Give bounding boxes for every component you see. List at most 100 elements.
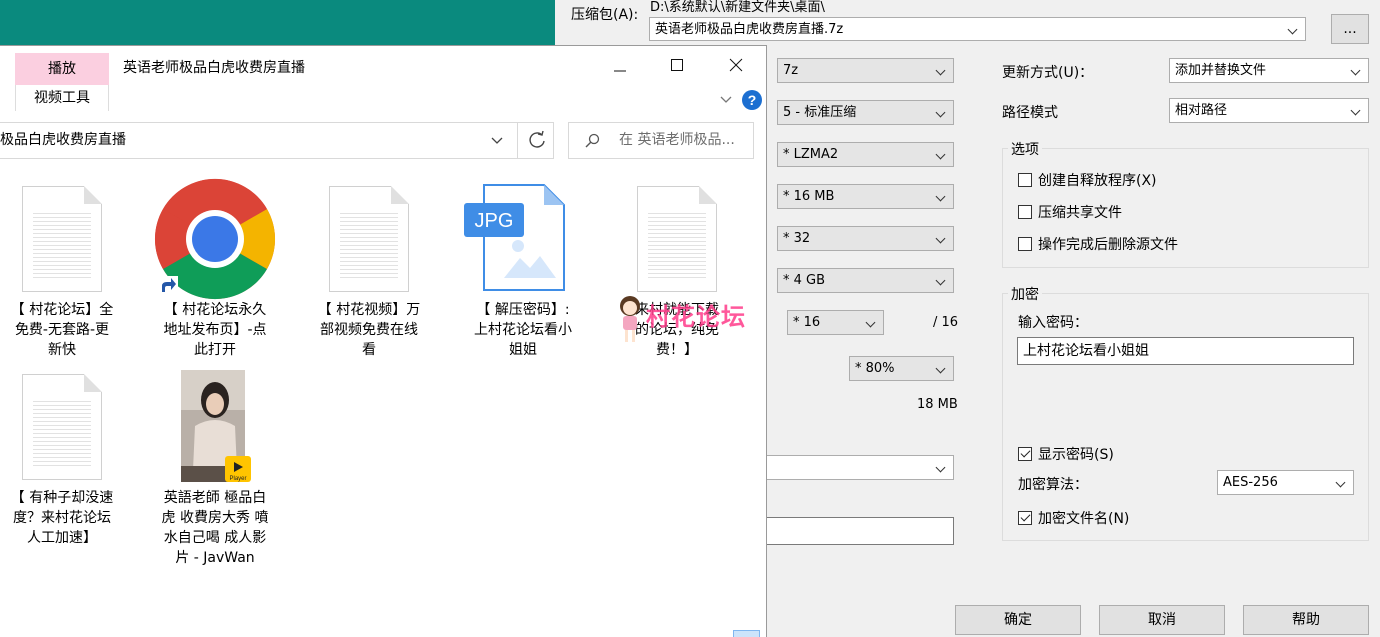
file-name-line: 部视频免费在线 — [320, 322, 418, 338]
file-name-line: 片 - JavWan — [175, 550, 255, 566]
word-size-value: * 32 — [783, 231, 811, 246]
compression-level-combo[interactable]: 5 - 标准压缩 — [777, 100, 954, 125]
close-icon — [729, 58, 743, 72]
file-name-line: 看 — [362, 342, 376, 358]
archive-name-combo[interactable]: 英语老师极品白虎收费房直播.7z — [649, 17, 1306, 41]
file-name-line: 免费-无套路-更 — [14, 322, 110, 338]
archive-format-combo[interactable]: 7z — [777, 58, 954, 83]
chrome-shortcut-icon — [154, 178, 276, 300]
file-name-line: 【 村花论坛】全 — [10, 302, 114, 318]
address-history-chevron-icon[interactable] — [489, 134, 505, 148]
minimize-button[interactable] — [597, 51, 643, 81]
solid-block-value: * 4 GB — [783, 273, 826, 288]
file-name-line: 英語老師 極品白 — [163, 490, 267, 506]
compression-method-combo[interactable]: * LZMA2 — [777, 142, 954, 167]
jpg-file-icon: JPG — [464, 184, 565, 291]
text-document-icon — [637, 186, 717, 292]
update-mode-combo[interactable]: 添加并替换文件 — [1169, 58, 1369, 83]
text-document-icon — [22, 186, 102, 292]
dictionary-size-value: * 16 MB — [783, 189, 835, 204]
chevron-down-icon — [866, 311, 878, 334]
archive-format-value: 7z — [783, 63, 799, 78]
large-icons-view-button[interactable] — [733, 630, 760, 637]
checkbox-box — [1018, 237, 1032, 251]
address-bar[interactable]: 极品白虎收费房直播 — [0, 122, 554, 159]
path-mode-label: 路径模式 — [1002, 105, 1058, 121]
cpu-threads-value: * 16 — [793, 315, 821, 330]
encryption-method-value: AES-256 — [1223, 475, 1278, 490]
search-icon — [585, 133, 600, 148]
file-name-line: 度？来村花论坛 — [13, 510, 111, 526]
file-name-line: 虎 收費房大秀 噴 — [161, 510, 269, 526]
enter-password-label: 输入密码： — [1018, 315, 1088, 331]
ok-button[interactable]: 确定 — [955, 605, 1081, 635]
delete-after-checkbox[interactable]: 操作完成后删除源文件 — [1018, 234, 1178, 254]
file-name-line: 新快 — [48, 342, 76, 358]
video-thumbnail: Player — [181, 370, 251, 482]
chevron-down-icon — [1351, 59, 1363, 82]
browse-button[interactable]: ... — [1331, 14, 1369, 44]
watermark-text: 村花论坛 — [646, 303, 746, 331]
file-name-line: 地址发布页】-点 — [163, 322, 267, 338]
encrypt-filenames-checkbox[interactable]: 加密文件名(N) — [1018, 508, 1129, 528]
maximize-button[interactable] — [654, 51, 700, 81]
help-icon[interactable]: ? — [741, 89, 763, 111]
create-sfx-checkbox[interactable]: 创建自释放程序(X) — [1018, 170, 1157, 190]
chevron-down-icon — [1288, 18, 1300, 40]
tab-video-tools[interactable]: 视频工具 — [15, 85, 109, 111]
memory-usage-combo[interactable]: * 80% — [849, 356, 954, 381]
encrypt-filenames-label: 加密文件名(N) — [1038, 511, 1130, 527]
file-name-line: 姐姐 — [509, 342, 537, 358]
path-mode-value: 相对路径 — [1175, 103, 1228, 118]
cartoon-girl-logo-icon — [620, 296, 640, 342]
svg-text:?: ? — [748, 92, 757, 108]
player-badge: Player — [229, 476, 246, 482]
checkbox-box — [1018, 173, 1032, 187]
file-name-line: 人工加速】 — [27, 530, 97, 546]
tab-play[interactable]: 播放 — [15, 53, 109, 85]
encryption-group-title: 加密 — [1008, 284, 1042, 304]
window-title: 英语老师极品白虎收费房直播 — [123, 60, 305, 76]
chevron-down-icon — [936, 143, 948, 166]
chevron-down-icon — [1336, 471, 1348, 494]
file-name-line: 上村花论坛看小 — [474, 322, 572, 338]
compress-shared-label: 压缩共享文件 — [1038, 205, 1122, 221]
word-size-combo[interactable]: * 32 — [777, 226, 954, 251]
ribbon-expand-chevron-icon[interactable] — [718, 92, 734, 106]
compress-shared-checkbox[interactable]: 压缩共享文件 — [1018, 202, 1122, 222]
password-input[interactable]: 上村花论坛看小姐姐 — [1017, 337, 1354, 365]
update-mode-label: 更新方式(U)： — [1002, 65, 1094, 81]
show-password-checkbox[interactable]: 显示密码(S) — [1018, 444, 1114, 464]
memory-size: 18 MB — [917, 397, 958, 412]
chevron-down-icon — [936, 269, 948, 292]
options-group-title: 选项 — [1008, 139, 1042, 159]
parameters-input[interactable] — [735, 517, 954, 545]
file-name-line: 【 解压密码】: — [476, 302, 570, 318]
cpu-threads-combo[interactable]: * 16 — [787, 310, 884, 335]
file-name-line: 此打开 — [194, 342, 236, 358]
refresh-button[interactable] — [517, 122, 555, 159]
solid-block-combo[interactable]: * 4 GB — [777, 268, 954, 293]
refresh-icon — [529, 130, 545, 148]
help-button[interactable]: 帮助 — [1243, 605, 1369, 635]
path-mode-combo[interactable]: 相对路径 — [1169, 98, 1369, 123]
encryption-method-combo[interactable]: AES-256 — [1217, 470, 1354, 495]
address-path: 极品白虎收费房直播 — [0, 132, 126, 148]
chevron-down-icon — [936, 456, 948, 479]
dictionary-size-combo[interactable]: * 16 MB — [777, 184, 954, 209]
file-name-line: 【 有种子却没速 — [10, 490, 114, 506]
close-button[interactable] — [713, 51, 759, 81]
cpu-threads-total: / 16 — [933, 315, 959, 330]
file-name-line: 水自己喝 成人影 — [163, 530, 267, 546]
file-name-line: 【 村花视频】万 — [317, 302, 421, 318]
split-volumes-combo[interactable] — [735, 455, 954, 480]
chevron-down-icon — [936, 185, 948, 208]
archive-path: D:\系统默认\新建文件夹\桌面\ — [650, 0, 825, 15]
maximize-icon — [671, 59, 683, 71]
file-name-line: 【 村花论坛永久 — [163, 302, 267, 318]
delete-after-label: 操作完成后删除源文件 — [1038, 237, 1178, 253]
chevron-down-icon — [936, 59, 948, 82]
cancel-button[interactable]: 取消 — [1099, 605, 1225, 635]
archive-label: 压缩包(A): — [571, 7, 639, 23]
text-document-icon — [329, 186, 409, 292]
